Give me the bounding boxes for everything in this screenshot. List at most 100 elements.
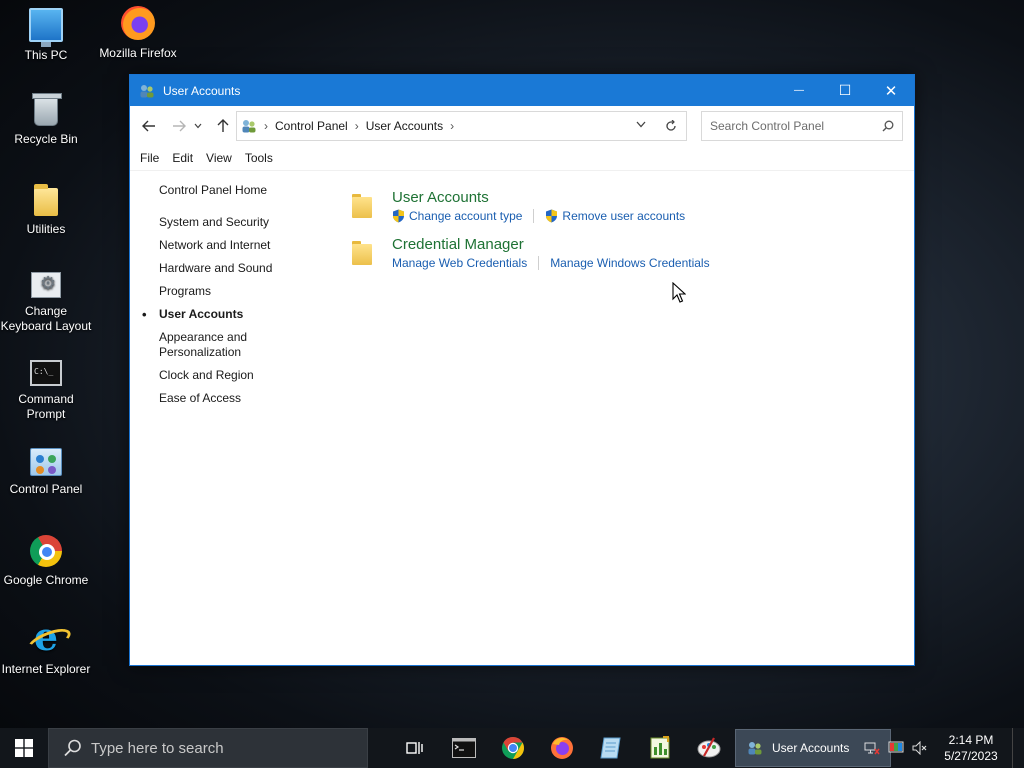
close-button[interactable]: ✕ — [868, 75, 914, 106]
breadcrumb-separator-icon: › — [264, 119, 268, 133]
chevron-down-icon — [194, 123, 202, 129]
shield-icon — [546, 209, 558, 223]
remove-user-accounts-label: Remove user accounts — [562, 209, 686, 223]
clock[interactable]: 2:14 PM 5/27/2023 — [936, 732, 1006, 764]
chrome-icon — [501, 737, 524, 759]
desktop-icon-control-panel[interactable]: Control Panel — [0, 448, 92, 497]
notepad-icon — [599, 737, 621, 759]
category-title-credential-manager[interactable]: Credential Manager — [392, 236, 524, 253]
desktop-icon-change-keyboard-layout[interactable]: Change Keyboard Layout — [0, 272, 92, 334]
task-view-button[interactable] — [390, 728, 439, 768]
back-arrow-icon — [142, 120, 155, 132]
folder-icon — [34, 184, 58, 216]
clock-time: 2:14 PM — [948, 733, 994, 747]
manage-windows-credentials-link[interactable]: Manage Windows Credentials — [550, 256, 709, 270]
sidebar-item-system-and-security[interactable]: System and Security — [159, 215, 309, 230]
window-title: User Accounts — [163, 83, 241, 98]
minimize-icon: — — [794, 85, 804, 96]
sidebar-item-hardware-and-sound[interactable]: Hardware and Sound — [159, 261, 309, 276]
taskbar-chrome[interactable] — [488, 728, 537, 768]
desktop-icon-label: Internet Explorer — [1, 662, 91, 676]
display-icon[interactable] — [884, 728, 908, 768]
user-accounts-icon — [746, 740, 764, 756]
chrome-icon — [30, 535, 62, 567]
folder-icon — [352, 241, 374, 265]
search-input[interactable]: Search Control Panel — [701, 111, 903, 141]
taskbar: Type here to search User Accounts 2:14 P… — [0, 728, 1024, 768]
taskbar-command-prompt[interactable] — [439, 728, 488, 768]
refresh-button[interactable] — [655, 111, 687, 141]
sidebar-item-clock-and-region[interactable]: Clock and Region — [159, 368, 309, 383]
search-placeholder: Search Control Panel — [710, 119, 825, 133]
desktop-icon-label: Mozilla Firefox — [99, 46, 177, 60]
forward-button[interactable] — [167, 114, 191, 138]
network-icon[interactable] — [860, 728, 884, 768]
taskbar-paint[interactable] — [684, 728, 733, 768]
close-icon: ✕ — [884, 82, 898, 100]
desktop-icon-label: Recycle Bin — [14, 132, 78, 146]
category-title-user-accounts[interactable]: User Accounts — [392, 189, 489, 206]
sidebar-item-user-accounts: User Accounts — [142, 307, 309, 322]
breadcrumb-user-accounts[interactable]: User Accounts — [366, 119, 443, 133]
taskbar-search-placeholder: Type here to search — [91, 739, 224, 757]
menu-bar: File Edit View Tools — [130, 146, 914, 171]
desktop-icon-command-prompt[interactable]: Command Prompt — [0, 360, 92, 422]
back-button[interactable] — [137, 114, 161, 138]
forward-arrow-icon — [173, 120, 186, 132]
link-divider — [538, 256, 540, 270]
address-bar[interactable]: › Control Panel › User Accounts › — [236, 111, 687, 141]
sidebar-item-network-and-internet[interactable]: Network and Internet — [159, 238, 309, 253]
internet-explorer-icon — [29, 614, 63, 659]
control-panel-icon — [30, 448, 62, 476]
remove-user-accounts-link[interactable]: Remove user accounts — [545, 209, 685, 223]
user-accounts-location-icon — [241, 118, 257, 134]
breadcrumb-control-panel[interactable]: Control Panel — [275, 119, 348, 133]
desktop-icon-utilities[interactable]: Utilities — [0, 184, 92, 237]
control-panel-home-link[interactable]: Control Panel Home — [159, 183, 309, 197]
minimize-button[interactable]: — — [776, 75, 822, 106]
desktop-icon-label: This PC — [24, 48, 68, 62]
sidebar-item-ease-of-access[interactable]: Ease of Access — [159, 391, 309, 406]
start-button[interactable] — [0, 728, 48, 768]
firefox-icon — [550, 737, 573, 759]
recent-locations-button[interactable] — [191, 114, 205, 138]
taskbar-firefox[interactable] — [537, 728, 586, 768]
desktop-icon-label: Google Chrome — [3, 573, 89, 587]
desktop-icon-recycle-bin[interactable]: Recycle Bin — [0, 93, 92, 147]
windows-logo-icon — [15, 739, 33, 757]
breadcrumb-separator-icon: › — [450, 119, 455, 133]
title-bar[interactable]: User Accounts — ☐ ✕ — [130, 75, 914, 106]
maximize-icon: ☐ — [838, 82, 852, 98]
link-divider — [533, 209, 535, 223]
desktop-icon-firefox[interactable]: Mozilla Firefox — [92, 6, 184, 61]
up-button[interactable] — [211, 114, 235, 138]
desktop-icon-internet-explorer[interactable]: Internet Explorer — [0, 614, 92, 677]
paint-icon — [697, 737, 720, 758]
sidebar-item-appearance-and-personalization[interactable]: Appearance and Personalization — [159, 330, 259, 360]
search-icon[interactable] — [882, 120, 894, 132]
shield-icon — [393, 209, 404, 223]
volume-muted-icon[interactable] — [908, 728, 932, 768]
sidebar-item-programs[interactable]: Programs — [159, 284, 309, 299]
desktop-icon-label: Control Panel — [9, 482, 83, 496]
user-accounts-icon — [139, 83, 155, 99]
address-dropdown-button[interactable] — [636, 119, 646, 131]
up-arrow-icon — [217, 119, 229, 132]
menu-view[interactable]: View — [206, 149, 232, 167]
desktop-icon-google-chrome[interactable]: Google Chrome — [0, 535, 92, 588]
desktop-icon-label: Utilities — [26, 222, 66, 236]
firefox-icon — [121, 6, 155, 40]
change-account-type-label: Change account type — [409, 209, 523, 223]
menu-file[interactable]: File — [140, 149, 159, 167]
menu-edit[interactable]: Edit — [172, 149, 193, 167]
maximize-button[interactable]: ☐ — [822, 75, 868, 106]
change-account-type-link[interactable]: Change account type — [392, 209, 522, 223]
taskbar-search-box[interactable]: Type here to search — [48, 728, 368, 768]
show-desktop-button[interactable] — [1012, 728, 1024, 768]
taskbar-notepad[interactable] — [586, 728, 635, 768]
system-tray: 2:14 PM 5/27/2023 — [860, 728, 1024, 768]
taskbar-spreadsheet[interactable] — [635, 728, 684, 768]
manage-web-credentials-link[interactable]: Manage Web Credentials — [392, 256, 527, 270]
menu-tools[interactable]: Tools — [245, 149, 273, 167]
desktop-icon-this-pc[interactable]: This PC — [0, 8, 92, 63]
